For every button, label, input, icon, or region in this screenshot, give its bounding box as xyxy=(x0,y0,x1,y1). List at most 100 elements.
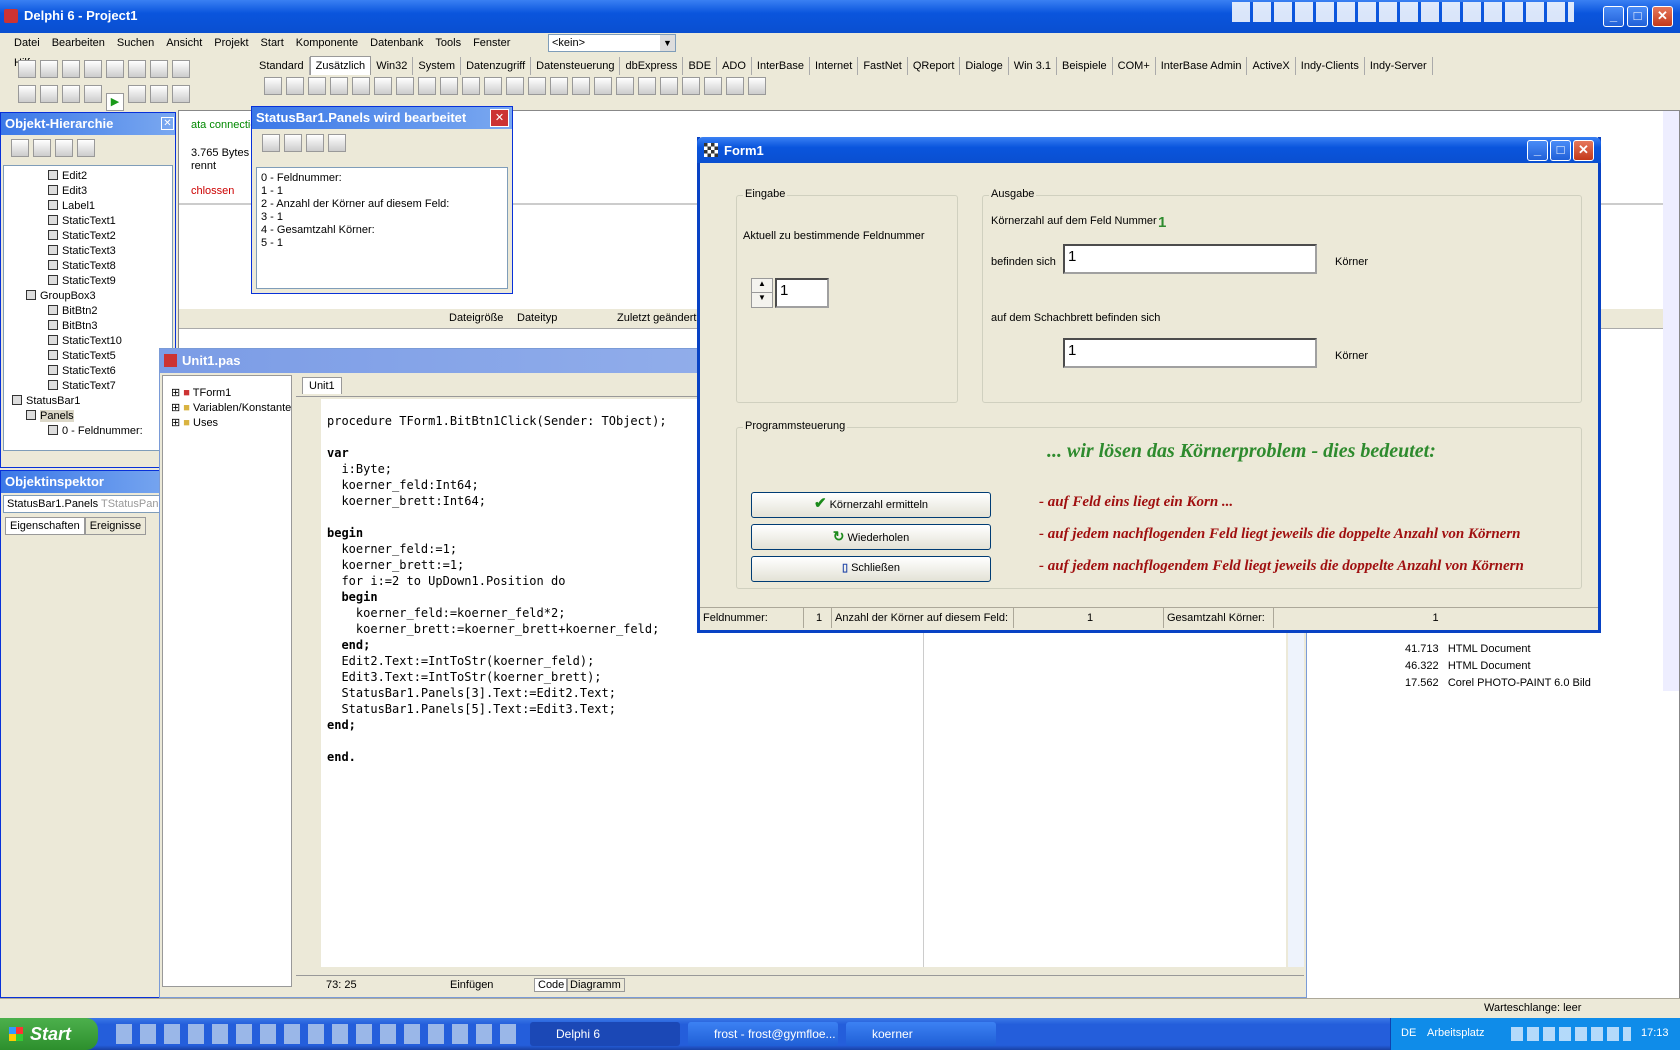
tab-eigenschaften[interactable]: Eigenschaften xyxy=(5,517,85,535)
palette-tab[interactable]: Beispiele xyxy=(1057,57,1113,75)
arrow-down-icon[interactable] xyxy=(77,139,95,157)
desk-toolbar[interactable]: Arbeitsplatz xyxy=(1427,1027,1484,1039)
code-line[interactable]: begin xyxy=(327,525,667,541)
maximize-button[interactable]: □ xyxy=(1627,6,1648,27)
desktop-combo[interactable]: <kein> ▼ xyxy=(548,34,676,52)
edit2-field[interactable]: 1 xyxy=(1063,244,1317,274)
palette-tab[interactable]: dbExpress xyxy=(620,57,684,75)
save-icon[interactable] xyxy=(62,60,80,78)
code-line[interactable]: end; xyxy=(327,717,667,733)
palette-tab[interactable]: Win32 xyxy=(371,57,414,75)
code-line[interactable]: koerner_feld:Int64; xyxy=(327,477,667,493)
drawgrid-icon[interactable] xyxy=(374,77,392,95)
code-line[interactable]: koerner_feld:=koerner_feld*2; xyxy=(327,605,667,621)
task-delphi[interactable]: Delphi 6 xyxy=(530,1022,680,1046)
updown-control[interactable]: ▲ ▼ xyxy=(751,278,773,308)
maskedit-icon[interactable] xyxy=(330,77,348,95)
koernerzahl-ermitteln-button[interactable]: ✔ Körnerzahl ermitteln xyxy=(751,492,991,518)
palette-tab[interactable]: Indy-Misc xyxy=(1433,57,1434,75)
menu-datei[interactable]: Datei xyxy=(8,33,46,53)
new-icon[interactable] xyxy=(18,60,36,78)
close-button[interactable]: ✕ xyxy=(1652,6,1673,27)
hierarchy-item[interactable]: BitBtn3 xyxy=(4,319,172,334)
col-size[interactable]: Dateigröße xyxy=(449,312,503,324)
palette-tab[interactable]: FastNet xyxy=(858,57,908,75)
menu-fenster[interactable]: Fenster xyxy=(467,33,516,53)
save-all-icon[interactable] xyxy=(84,60,102,78)
palette-tab[interactable]: BDE xyxy=(683,57,718,75)
chevron-down-icon[interactable]: ▼ xyxy=(660,35,675,51)
scrollbox-icon[interactable] xyxy=(462,77,480,95)
code-line[interactable]: StatusBar1.Panels[3].Text:=Edit2.Text; xyxy=(327,685,667,701)
hierarchy-item[interactable]: StatusBar1 xyxy=(4,394,172,409)
office-toolbar[interactable] xyxy=(1232,2,1574,22)
code-line[interactable]: koerner_brett:Int64; xyxy=(327,493,667,509)
appevents-icon[interactable] xyxy=(572,77,590,95)
panel-item[interactable]: 3 - 1 xyxy=(261,211,503,224)
hierarchy-item[interactable]: StaticText7 xyxy=(4,379,172,394)
palette-tab[interactable]: Dialoge xyxy=(960,57,1009,75)
code-line[interactable]: koerner_brett:=1; xyxy=(327,557,667,573)
help-icon[interactable] xyxy=(172,60,190,78)
panel-item[interactable]: 4 - Gesamtzahl Körner: xyxy=(261,224,503,237)
add-icon[interactable] xyxy=(262,134,280,152)
customizedlg-icon[interactable] xyxy=(748,77,766,95)
bitbtn-icon[interactable] xyxy=(286,77,304,95)
shape-icon[interactable] xyxy=(418,77,436,95)
hierarchy-item[interactable]: Edit3 xyxy=(4,184,172,199)
run-icon[interactable]: ▶ xyxy=(106,93,124,111)
code-line[interactable]: for i:=2 to UpDown1.Position do xyxy=(327,573,667,589)
code-line[interactable]: koerner_feld:=1; xyxy=(327,541,667,557)
code-line[interactable]: begin xyxy=(327,589,667,605)
palette-tab[interactable]: Zusätzlich xyxy=(309,56,372,75)
remove-file-icon[interactable] xyxy=(150,60,168,78)
code-line[interactable]: koerner_brett:=koerner_brett+koerner_fel… xyxy=(327,621,667,637)
panel-item[interactable]: 0 - Feldnummer: xyxy=(261,172,503,185)
minimize-button[interactable]: _ xyxy=(1527,140,1548,161)
chart-icon[interactable] xyxy=(660,77,678,95)
hierarchy-item[interactable]: StaticText5 xyxy=(4,349,172,364)
trace-into-icon[interactable] xyxy=(150,85,168,103)
hierarchy-item[interactable]: StaticText10 xyxy=(4,334,172,349)
hierarchy-item[interactable]: 0 - Feldnummer: xyxy=(4,424,172,439)
close-button[interactable]: ✕ xyxy=(1573,140,1594,161)
palette-tab[interactable]: Indy-Server xyxy=(1365,57,1433,75)
labelededit-icon[interactable] xyxy=(616,77,634,95)
menu-start[interactable]: Start xyxy=(255,33,290,53)
file-row[interactable]: 17.562 Corel PHOTO-PAINT 6.0 Bild xyxy=(1405,677,1665,689)
maximize-button[interactable]: □ xyxy=(1550,140,1571,161)
new-form-icon[interactable] xyxy=(84,85,102,103)
close-icon[interactable]: ✕ xyxy=(490,109,509,127)
panel-item[interactable]: 5 - 1 xyxy=(261,237,503,250)
toggle-icon[interactable] xyxy=(62,85,80,103)
hierarchy-item[interactable]: BitBtn2 xyxy=(4,304,172,319)
add-file-icon[interactable] xyxy=(128,60,146,78)
code-line[interactable]: Edit3.Text:=IntToStr(koerner_brett); xyxy=(327,669,667,685)
image-icon[interactable] xyxy=(396,77,414,95)
code-line[interactable] xyxy=(327,733,667,749)
arrow-up-icon[interactable] xyxy=(55,139,73,157)
add-icon[interactable] xyxy=(11,139,29,157)
pause-icon[interactable] xyxy=(128,85,146,103)
col-modified[interactable]: Zuletzt geändert xyxy=(617,312,697,324)
feldnummer-input[interactable]: 1 xyxy=(775,278,829,308)
start-button[interactable]: Start xyxy=(0,1018,98,1050)
view-form-icon[interactable] xyxy=(40,85,58,103)
hierarchy-item[interactable]: StaticText8 xyxy=(4,259,172,274)
menu-datenbank[interactable]: Datenbank xyxy=(364,33,429,53)
stringgrid-icon[interactable] xyxy=(352,77,370,95)
view-unit-icon[interactable] xyxy=(18,85,36,103)
actionmanager-icon[interactable] xyxy=(682,77,700,95)
task-koerner[interactable]: koerner xyxy=(846,1022,996,1046)
hierarchy-item[interactable]: StaticText3 xyxy=(4,244,172,259)
open-project-icon[interactable] xyxy=(106,60,124,78)
palette-tab[interactable]: QReport xyxy=(908,57,961,75)
statictext-icon[interactable] xyxy=(528,77,546,95)
code-line[interactable]: i:Byte; xyxy=(327,461,667,477)
code-line[interactable]: end. xyxy=(327,749,667,765)
tab-unit1[interactable]: Unit1 xyxy=(302,377,342,394)
splitter-icon[interactable] xyxy=(506,77,524,95)
palette-tab[interactable]: Datenzugriff xyxy=(461,57,532,75)
edit3-field[interactable]: 1 xyxy=(1063,338,1317,368)
hierarchy-item[interactable]: Panels xyxy=(4,409,172,424)
